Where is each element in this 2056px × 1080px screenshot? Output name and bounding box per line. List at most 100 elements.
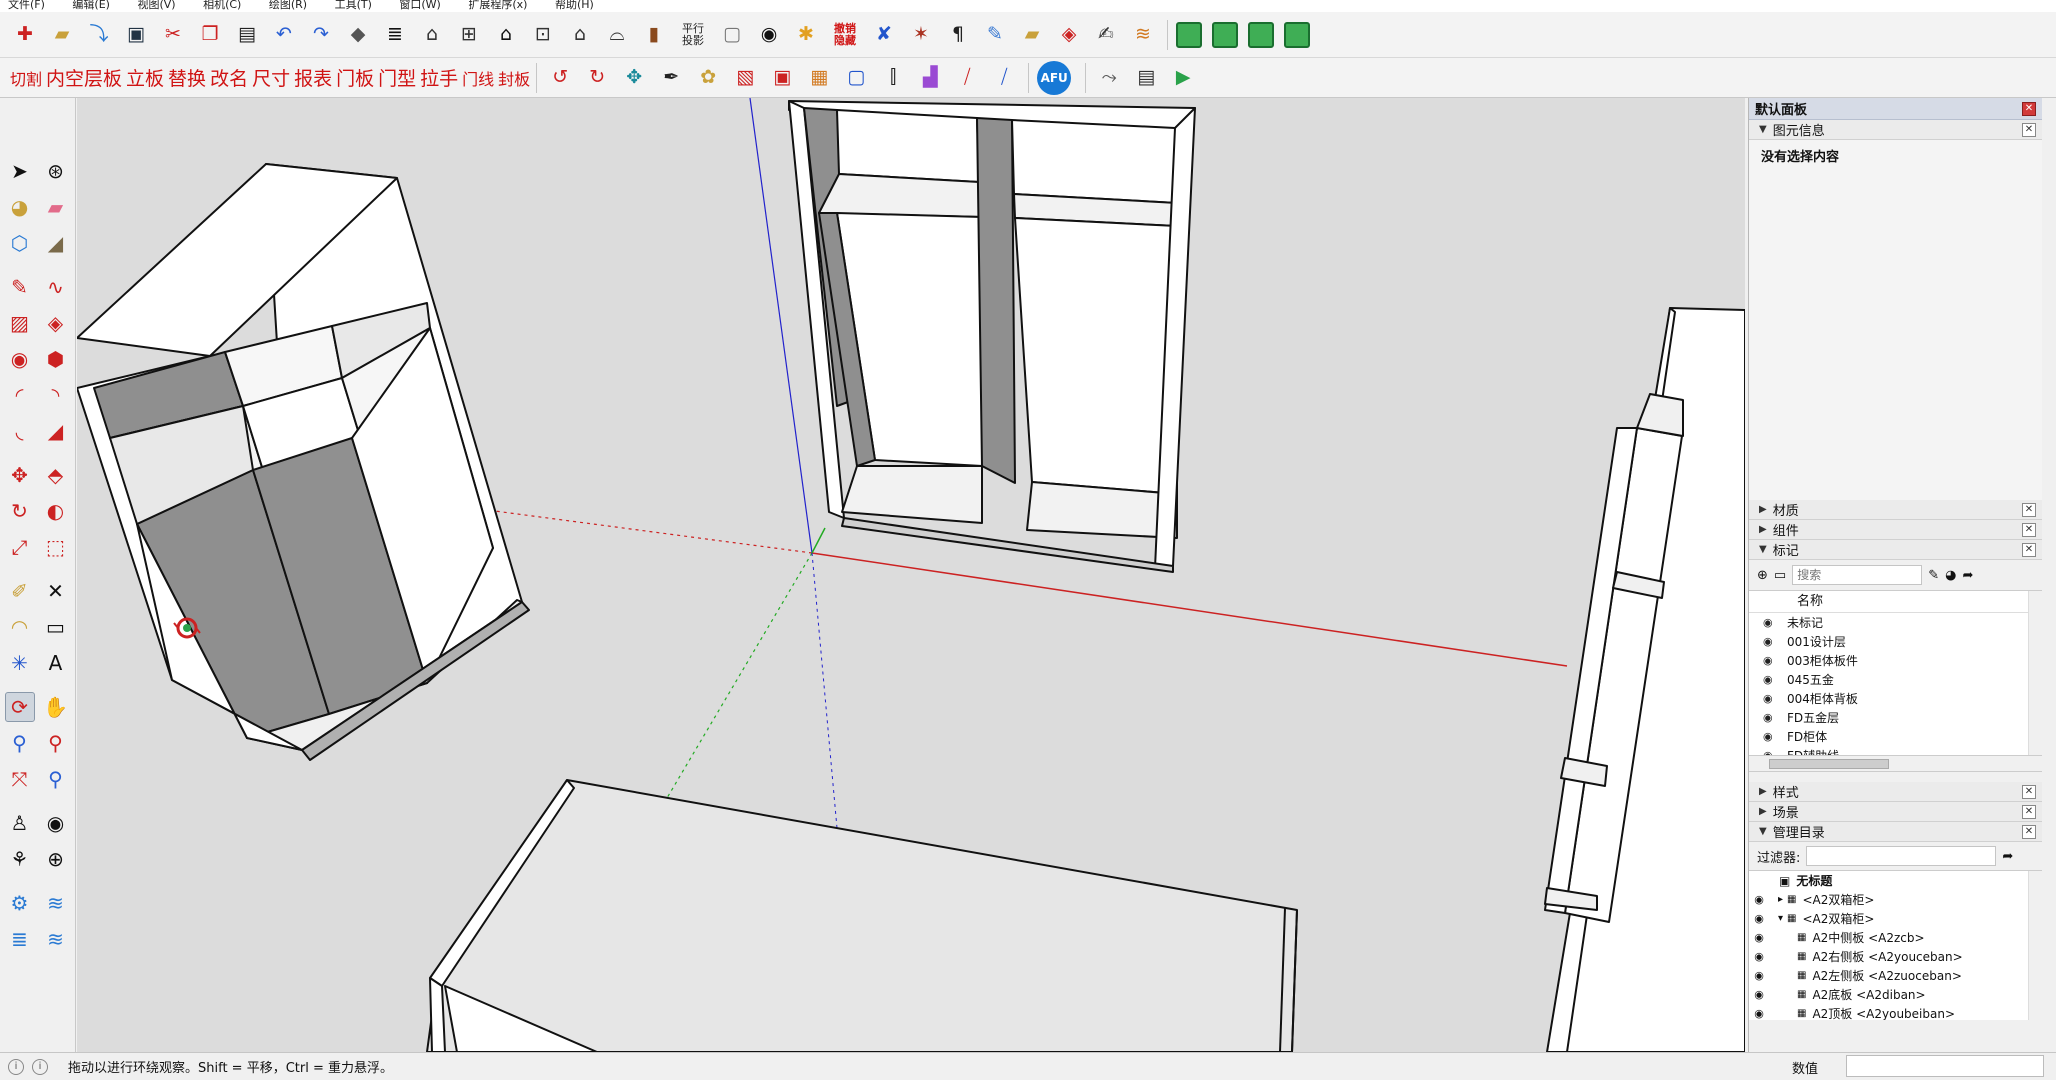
open-folder-icon[interactable]: ▰ <box>47 20 77 50</box>
door-line-button[interactable]: 门线 <box>462 66 494 90</box>
visibility-eye-icon[interactable]: ◉ <box>1763 692 1787 705</box>
tags-vertical-scrollbar[interactable] <box>2028 591 2042 755</box>
sandbox-mesh-icon[interactable]: ≋ <box>41 888 71 918</box>
visibility-eye-icon[interactable]: ◉ <box>1763 673 1787 686</box>
tag-icon[interactable]: ◢ <box>41 228 71 258</box>
mirror-icon[interactable]: ⫿ <box>878 63 908 93</box>
tag-row[interactable]: ◉ FD辅助线 <box>1749 746 2042 755</box>
orbit-icon[interactable]: ⟳ <box>4 692 35 722</box>
green-tool-1-icon[interactable] <box>1176 21 1202 48</box>
make-component-icon[interactable]: ⬡ <box>5 228 35 258</box>
panel-close-icon[interactable]: ✕ <box>2022 522 2036 537</box>
outliner-item[interactable]: ◉ ▦ A2中侧板 <A2zcb> <box>1749 928 2042 947</box>
slash-blue-icon[interactable]: ⧸ <box>989 63 1019 93</box>
tree-expander-icon[interactable]: ▾ <box>1769 913 1783 924</box>
new-file-icon[interactable]: ✚ <box>10 20 40 50</box>
cut-icon[interactable]: ✂ <box>158 20 188 50</box>
offset-icon[interactable]: ⬚ <box>41 532 71 562</box>
dimension-button[interactable]: 尺寸 <box>252 64 290 91</box>
layers-red-icon[interactable]: ▧ <box>730 63 760 93</box>
rotate-icon[interactable]: ↻ <box>5 496 35 526</box>
menu-camera[interactable]: 相机(C) <box>203 0 241 10</box>
arc-icon[interactable]: ◜ <box>5 380 35 410</box>
lightbulb-icon[interactable]: ✱ <box>791 20 821 50</box>
visibility-eye-icon[interactable]: ◉ <box>1749 969 1769 982</box>
extension-warehouse-icon[interactable]: ⊞ <box>454 20 484 50</box>
zoom-window-icon[interactable]: ⚲ <box>41 728 71 758</box>
green-tool-4-icon[interactable] <box>1284 21 1310 48</box>
visibility-eye-icon[interactable]: ◉ <box>1763 616 1787 629</box>
tape-measure-icon[interactable]: ✐ <box>5 576 35 606</box>
panel-close-icon[interactable]: ✕ <box>2022 122 2036 137</box>
panel-close-icon[interactable]: ✕ <box>2022 804 2036 819</box>
wireframe-box-icon[interactable]: ▢ <box>717 20 747 50</box>
move-arrows-icon[interactable]: ✥ <box>619 63 649 93</box>
document-list-icon[interactable]: ▤ <box>1131 63 1161 93</box>
curve-tool-icon[interactable]: ⤳ <box>1094 63 1124 93</box>
warehouse-icon[interactable]: ⌂ <box>417 20 447 50</box>
outliner-item[interactable]: ◉ ▦ A2左侧板 <A2zuoceban> <box>1749 966 2042 985</box>
menu-tools[interactable]: 工具(T) <box>335 0 372 10</box>
stamp-icon[interactable]: ≣ <box>5 924 35 954</box>
menu-draw[interactable]: 绘图(R) <box>269 0 307 10</box>
add-tag-folder-icon[interactable]: ▭ <box>1774 568 1786 583</box>
back-view-icon[interactable]: ⌂ <box>565 20 595 50</box>
zoom-icon[interactable]: ⚲ <box>5 728 35 758</box>
dimension-icon[interactable]: ✕ <box>41 576 71 606</box>
eyedropper-icon[interactable]: ✒ <box>656 63 686 93</box>
measurements-input[interactable] <box>1846 1055 2044 1077</box>
text-icon[interactable]: ▭ <box>41 612 71 642</box>
lasso-select-icon[interactable]: ⊛ <box>41 156 71 186</box>
eraser-icon[interactable]: ▰ <box>41 192 71 222</box>
visibility-eye-icon[interactable]: ◉ <box>1749 893 1769 906</box>
walk-icon[interactable]: ⚘ <box>5 844 35 874</box>
position-camera-icon[interactable]: ♙ <box>5 808 35 838</box>
tray-close-icon[interactable]: ✕ <box>2022 101 2036 116</box>
paragraph-icon[interactable]: ¶ <box>943 20 973 50</box>
afu-button[interactable]: AFU <box>1037 60 1072 95</box>
rotated-rectangle-icon[interactable]: ◈ <box>41 308 71 338</box>
tag-row[interactable]: ◉ FD五金层 <box>1749 708 2042 727</box>
edit-doc-icon[interactable]: ✍ <box>1091 20 1121 50</box>
folder-open-icon[interactable]: ▰ <box>1017 20 1047 50</box>
stack-icon[interactable]: ≣ <box>380 20 410 50</box>
tags-search-input[interactable]: 搜索 <box>1792 565 1923 585</box>
follow-me-icon[interactable]: ◐ <box>41 496 71 526</box>
rename-button[interactable]: 改名 <box>210 64 248 91</box>
tag-row[interactable]: ◉ 未标记 <box>1749 613 2042 632</box>
rotate-left-icon[interactable]: ↺ <box>545 63 575 93</box>
add-tag-icon[interactable]: ⊕ <box>1757 568 1768 583</box>
visibility-eye-icon[interactable]: ◉ <box>1763 711 1787 724</box>
visibility-eye-icon[interactable]: ◉ <box>1763 635 1787 648</box>
import-icon[interactable]: ⤵ <box>84 20 114 50</box>
tags-column-name[interactable]: 名称 <box>1749 591 2042 613</box>
visibility-eye-icon[interactable]: ◉ <box>1763 749 1787 755</box>
replace-button[interactable]: 替换 <box>168 64 206 91</box>
menu-help[interactable]: 帮助(H) <box>555 0 594 10</box>
visibility-eye-icon[interactable]: ◉ <box>1749 988 1769 1001</box>
panel-outliner[interactable]: ▼ 管理目录 ✕ <box>1749 822 2042 842</box>
green-tool-2-icon[interactable] <box>1212 21 1238 48</box>
panel-scenes[interactable]: ▶ 场景 ✕ <box>1749 802 2042 822</box>
outliner-root[interactable]: ▣ 无标题 <box>1749 871 2042 890</box>
move-icon[interactable]: ✥ <box>5 460 35 490</box>
panel-close-icon[interactable]: ✕ <box>2022 824 2036 839</box>
report-button[interactable]: 报表 <box>294 64 332 91</box>
tag-pen-icon[interactable]: ✎ <box>1928 568 1939 583</box>
door-panel-button[interactable]: 门板 <box>336 64 374 91</box>
play-export-icon[interactable]: ▶ <box>1168 63 1198 93</box>
paint-icon[interactable]: ✿ <box>693 63 723 93</box>
redo-icon[interactable]: ↷ <box>306 20 336 50</box>
zoom-extents-icon[interactable]: ⤧ <box>5 764 35 794</box>
hide-tool-icon[interactable]: ✘ <box>869 20 899 50</box>
visibility-eye-icon[interactable]: ◉ <box>1749 931 1769 944</box>
side-view-icon[interactable]: ⌓ <box>602 20 632 50</box>
pan-hand-icon[interactable]: ✋ <box>41 692 71 722</box>
menu-view[interactable]: 视图(V) <box>137 0 175 10</box>
geo-location-icon[interactable]: i <box>8 1058 24 1075</box>
box-stack-icon[interactable]: ▦ <box>804 63 834 93</box>
two-point-arc-icon[interactable]: ◝ <box>41 380 71 410</box>
panel-tags[interactable]: ▼ 标记 ✕ <box>1749 540 2042 560</box>
tag-paint-icon[interactable]: ◕ <box>1945 568 1956 583</box>
parallel-projection-button[interactable]: 平行 投影 <box>676 22 710 47</box>
